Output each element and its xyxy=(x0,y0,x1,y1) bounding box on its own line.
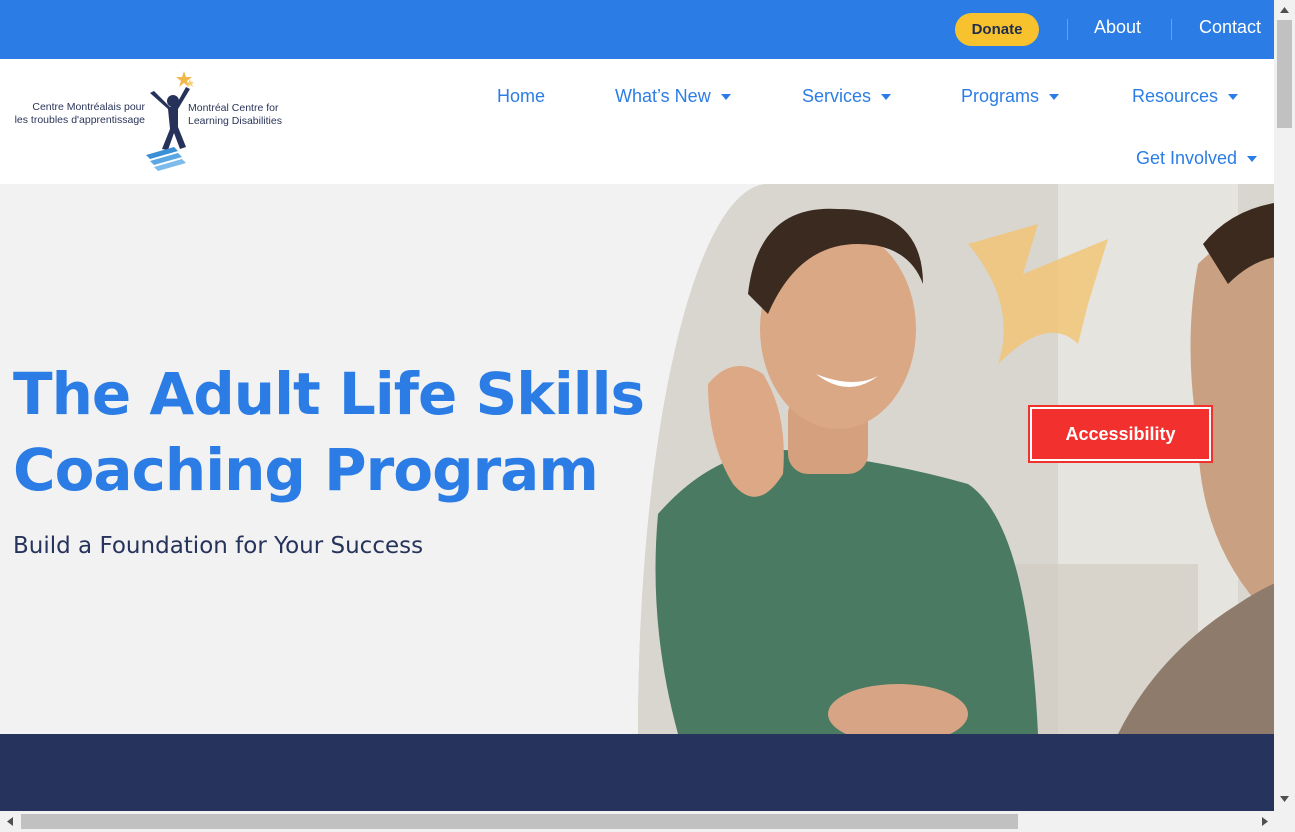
hero-title-line: The Adult Life Skills xyxy=(13,360,645,428)
donate-button[interactable]: Donate xyxy=(955,13,1039,46)
caret-down-icon xyxy=(881,93,892,100)
hero-title: The Adult Life Skills Coaching Program xyxy=(13,356,645,508)
horizontal-scrollbar[interactable] xyxy=(0,811,1295,832)
site-header: Centre Montréalais pour les troubles d'a… xyxy=(0,59,1274,184)
caret-down-icon xyxy=(720,93,731,100)
nav-programs[interactable]: Programs xyxy=(961,86,1060,107)
nav-get-involved[interactable]: Get Involved xyxy=(1136,148,1258,169)
caret-down-icon xyxy=(1049,93,1060,100)
nav-home-label: Home xyxy=(497,86,546,106)
logo-french-text: Centre Montréalais pour les troubles d'a… xyxy=(12,101,145,127)
about-link[interactable]: About xyxy=(1094,17,1141,38)
vertical-scrollbar[interactable] xyxy=(1274,0,1295,811)
logo-english-line: Montréal Centre for xyxy=(188,102,279,114)
divider xyxy=(1067,19,1068,40)
nav-resources-label: Resources xyxy=(1132,86,1219,106)
caret-down-icon xyxy=(1247,155,1258,162)
nav-whats-new-label: What’s New xyxy=(615,86,711,106)
top-utility-bar: Donate About Contact xyxy=(0,0,1274,59)
site-logo[interactable]: Centre Montréalais pour les troubles d'a… xyxy=(12,69,312,174)
nav-services-label: Services xyxy=(802,86,872,106)
hero-subtitle: Build a Foundation for Your Success xyxy=(13,533,424,559)
vertical-scroll-thumb[interactable] xyxy=(1277,20,1292,128)
nav-get-involved-label: Get Involved xyxy=(1136,148,1238,168)
nav-programs-label: Programs xyxy=(961,86,1040,106)
accessibility-button[interactable]: Accessibility xyxy=(1028,405,1213,463)
caret-down-icon xyxy=(1228,93,1239,100)
contact-link[interactable]: Contact xyxy=(1199,17,1261,38)
nav-resources[interactable]: Resources xyxy=(1132,86,1239,107)
nav-whats-new[interactable]: What’s New xyxy=(615,86,731,107)
logo-french-line: les troubles d'apprentissage xyxy=(14,114,145,126)
logo-english-line: Learning Disabilities xyxy=(188,115,282,127)
logo-french-line: Centre Montréalais pour xyxy=(32,101,145,113)
nav-services[interactable]: Services xyxy=(802,86,892,107)
navy-section xyxy=(0,734,1274,811)
nav-home[interactable]: Home xyxy=(497,86,545,107)
hero-title-line: Coaching Program xyxy=(13,436,599,504)
horizontal-scroll-thumb[interactable] xyxy=(21,814,1018,829)
logo-english-text: Montréal Centre for Learning Disabilitie… xyxy=(188,102,282,128)
divider xyxy=(1171,19,1172,40)
